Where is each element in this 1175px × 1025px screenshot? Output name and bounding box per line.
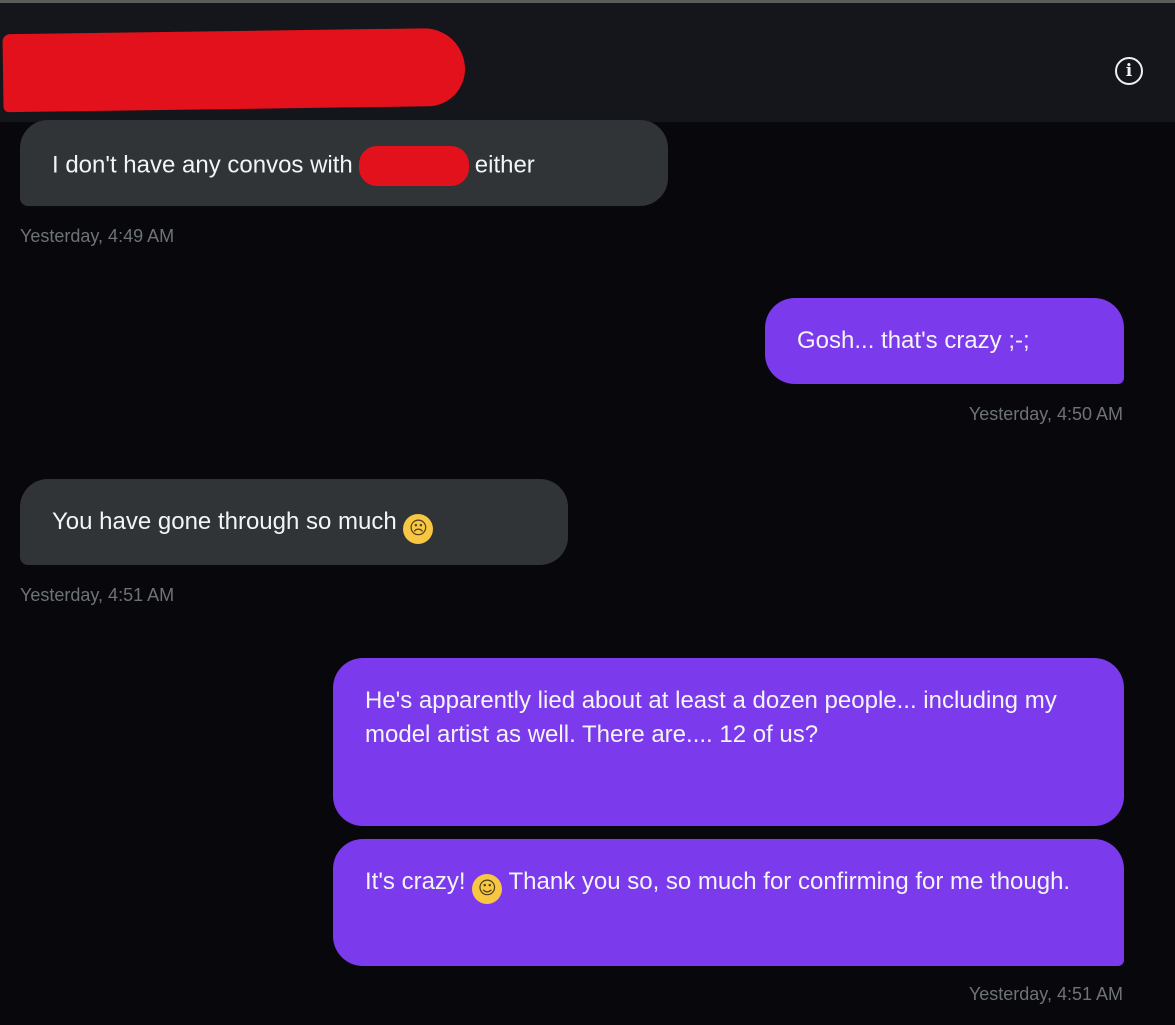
message-bubble-sent[interactable]: It's crazy! ☺ Thank you so, so much for … <box>333 839 1124 966</box>
message-text: It's crazy! <box>365 868 466 895</box>
message-text: Thank you so, so much for confirming for… <box>508 868 1071 895</box>
redacted-name <box>358 146 469 186</box>
loudly-crying-face-icon: ☹ <box>403 514 434 544</box>
message-timestamp: Yesterday, 4:51 AM <box>968 984 1123 1004</box>
message-timestamp: Yesterday, 4:50 AM <box>968 404 1123 424</box>
message-timestamp: Yesterday, 4:51 AM <box>20 585 175 605</box>
info-glyph: i <box>1125 61 1133 81</box>
message-text: He's apparently lied about at least a do… <box>365 687 1057 748</box>
message-text: I don't have any convos with <box>52 151 353 179</box>
message-bubble-received[interactable]: I don't have any convos with either <box>20 120 668 206</box>
info-icon[interactable]: i <box>1115 57 1143 85</box>
message-bubble-received[interactable]: You have gone through so much ☹ <box>20 479 568 565</box>
message-text: either <box>474 151 535 179</box>
message-text: You have gone through so much <box>52 508 397 535</box>
message-text: Gosh... that's crazy ;-; <box>797 327 1030 354</box>
redacted-contact-name <box>2 27 466 113</box>
message-timestamp: Yesterday, 4:49 AM <box>20 226 175 246</box>
face-holding-back-tears-icon: ☺ <box>472 874 503 904</box>
conversation-header: i <box>0 0 1175 122</box>
message-bubble-sent[interactable]: Gosh... that's crazy ;-; <box>765 298 1124 384</box>
message-bubble-sent[interactable]: He's apparently lied about at least a do… <box>333 658 1124 826</box>
